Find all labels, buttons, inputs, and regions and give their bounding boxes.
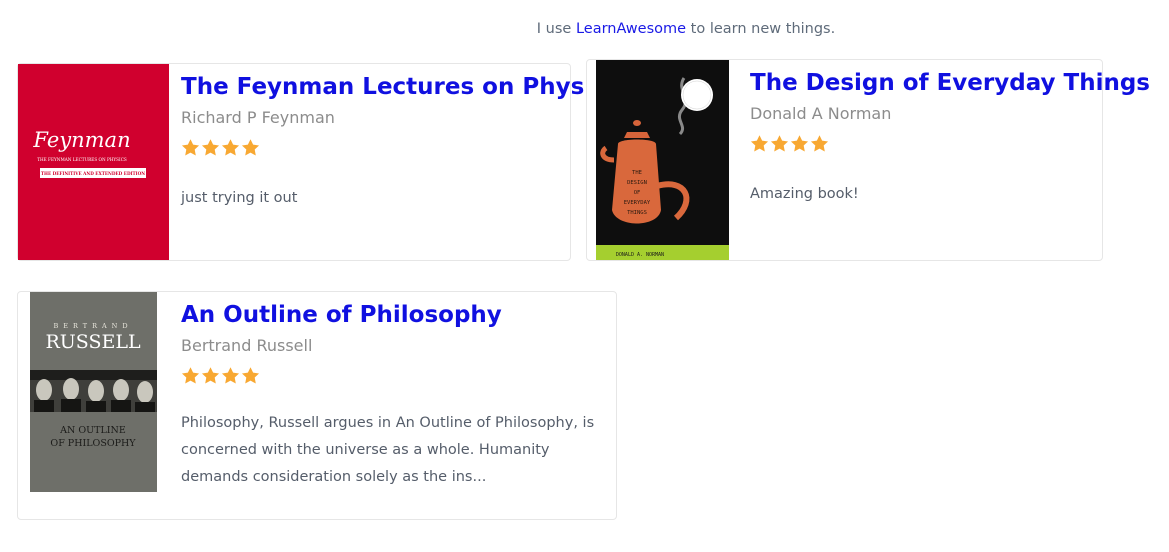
cover-word: DESIGN bbox=[627, 180, 647, 186]
book-card: THE DESIGN OF EVERYDAY THINGS DONALD A. … bbox=[586, 59, 1150, 261]
book-cover-feynman[interactable]: Feynman THE FEYNMAN LECTURES ON PHYSICS … bbox=[18, 64, 169, 260]
book-author: Bertrand Russell bbox=[181, 336, 313, 355]
cover-word: THE bbox=[632, 170, 642, 176]
cover-subtitle-1: AN OUTLINE bbox=[59, 425, 126, 436]
book-review: just trying it out bbox=[181, 190, 298, 206]
star-icon bbox=[201, 139, 220, 156]
book-cover-outline-of-philosophy[interactable]: BERTRAND RUSSELL AN OUTLINE OF PHILOSOPH… bbox=[30, 292, 157, 492]
star-icon bbox=[241, 139, 260, 156]
star-rating bbox=[181, 138, 561, 162]
star-rating bbox=[750, 134, 1095, 158]
cover-subtitle-2: OF PHILOSOPHY bbox=[50, 438, 136, 449]
star-icon bbox=[201, 367, 220, 384]
book-review: Philosophy, Russell argues in An Outline… bbox=[181, 415, 595, 485]
book-title[interactable]: The Feynman Lectures on Physics bbox=[181, 72, 619, 102]
cover-subtitle: THE FEYNMAN LECTURES ON PHYSICS bbox=[37, 157, 127, 162]
cover-author: DONALD A. NORMAN bbox=[616, 252, 664, 258]
learnawesome-link[interactable]: LearnAwesome bbox=[576, 21, 686, 37]
header-banner: I use LearnAwesome to learn new things. bbox=[0, 21, 1169, 37]
cover-script-title: Feynman bbox=[32, 128, 130, 152]
book-card: Feynman THE FEYNMAN LECTURES ON PHYSICS … bbox=[17, 63, 619, 261]
cover-surname: RUSSELL bbox=[45, 331, 141, 353]
star-icon bbox=[750, 135, 769, 152]
cover-word: THINGS bbox=[627, 210, 647, 216]
book-card: BERTRAND RUSSELL AN OUTLINE OF PHILOSOPH… bbox=[17, 291, 617, 520]
book-review: Amazing book! bbox=[750, 186, 859, 202]
book-title[interactable]: An Outline of Philosophy bbox=[181, 300, 606, 330]
cover-firstname: BERTRAND bbox=[53, 322, 132, 330]
book-author: Donald A Norman bbox=[750, 104, 892, 123]
book-title[interactable]: The Design of Everyday Things bbox=[750, 68, 1150, 98]
star-icon bbox=[181, 367, 200, 384]
book-cover-design-everyday-things[interactable]: THE DESIGN OF EVERYDAY THINGS DONALD A. … bbox=[596, 60, 729, 260]
star-icon bbox=[241, 367, 260, 384]
star-icon bbox=[221, 367, 240, 384]
cover-word: EVERYDAY bbox=[624, 200, 651, 206]
book-author: Richard P Feynman bbox=[181, 108, 335, 127]
star-rating bbox=[181, 366, 606, 390]
star-icon bbox=[810, 135, 829, 152]
star-icon bbox=[790, 135, 809, 152]
banner-prefix: I use bbox=[536, 21, 572, 37]
star-icon bbox=[770, 135, 789, 152]
cover-word: OF bbox=[634, 190, 641, 196]
star-icon bbox=[221, 139, 240, 156]
banner-suffix: to learn new things. bbox=[690, 21, 836, 37]
cover-edition: THE DEFINITIVE AND EXTENDED EDITION bbox=[41, 171, 145, 176]
star-icon bbox=[181, 139, 200, 156]
